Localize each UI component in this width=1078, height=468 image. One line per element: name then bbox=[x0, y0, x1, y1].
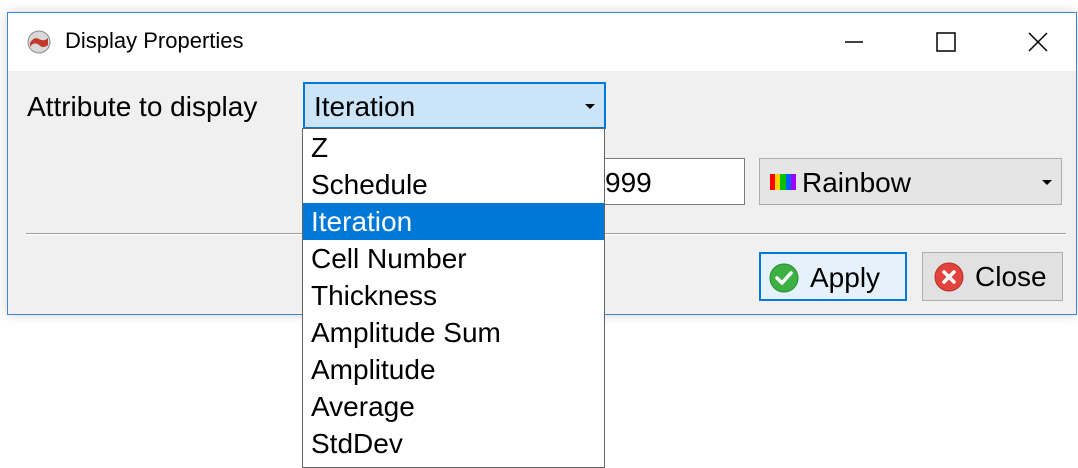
minimize-icon bbox=[845, 41, 863, 43]
minimize-button[interactable] bbox=[808, 13, 900, 71]
max-value-text: 999 bbox=[605, 167, 652, 198]
close-button[interactable]: Close bbox=[922, 252, 1063, 301]
apply-button[interactable]: Apply bbox=[759, 252, 907, 301]
colormap-select-value: Rainbow bbox=[802, 167, 911, 198]
dropdown-option-stddev[interactable]: StdDev bbox=[303, 425, 604, 462]
attribute-dropdown-list[interactable]: Z Schedule Iteration Cell Number Thickne… bbox=[302, 128, 605, 468]
colormap-select[interactable]: Rainbow bbox=[759, 158, 1062, 205]
rainbow-swatch-stripe bbox=[790, 174, 797, 190]
rainbow-swatch-icon bbox=[770, 174, 797, 190]
close-button-label: Close bbox=[975, 261, 1047, 292]
attribute-select-value: Iteration bbox=[314, 91, 416, 122]
chevron-down-icon bbox=[585, 104, 595, 109]
dropdown-option-amplitude-sum[interactable]: Amplitude Sum bbox=[303, 314, 604, 351]
close-circle-icon bbox=[934, 262, 964, 292]
dropdown-option-average[interactable]: Average bbox=[303, 388, 604, 425]
dropdown-option-iteration[interactable]: Iteration bbox=[303, 203, 604, 240]
maximize-icon bbox=[936, 32, 956, 52]
dropdown-option-z[interactable]: Z bbox=[303, 129, 604, 166]
attribute-select[interactable]: Iteration bbox=[303, 82, 606, 129]
apply-button-label: Apply bbox=[810, 262, 881, 293]
dropdown-option-schedule[interactable]: Schedule bbox=[303, 166, 604, 203]
title-bar[interactable]: Display Properties bbox=[8, 13, 1076, 71]
dropdown-option-cell-number[interactable]: Cell Number bbox=[303, 240, 604, 277]
dropdown-option-thickness[interactable]: Thickness bbox=[303, 277, 604, 314]
checkmark-icon bbox=[769, 263, 799, 293]
window-close-button[interactable] bbox=[992, 13, 1078, 71]
chevron-down-icon bbox=[1042, 180, 1052, 185]
dropdown-option-amplitude[interactable]: Amplitude bbox=[303, 351, 604, 388]
maximize-button[interactable] bbox=[900, 13, 992, 71]
close-icon bbox=[1028, 32, 1048, 52]
attribute-label: Attribute to display bbox=[27, 91, 258, 122]
app-icon bbox=[27, 30, 51, 54]
window-title: Display Properties bbox=[65, 28, 244, 53]
